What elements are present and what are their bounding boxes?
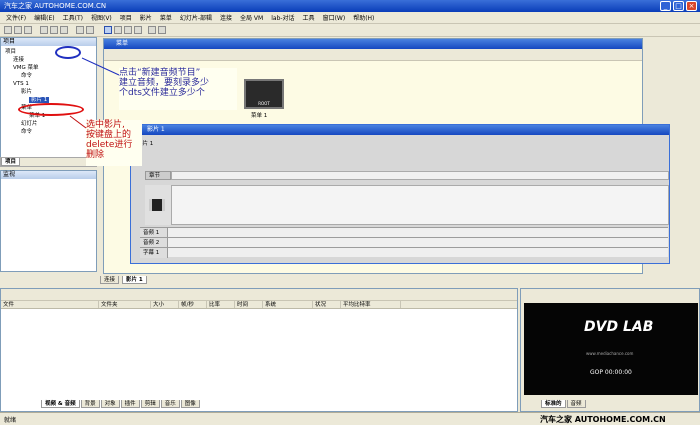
tab-video-audio[interactable]: 视频 & 音频 <box>41 400 80 408</box>
preview-screen: DVD LAB www.mediachance.com GOP 00:00:00 <box>524 303 698 395</box>
preview-timecode: GOP 00:00:00 <box>590 369 632 376</box>
status-bar: 就绪 汽车之家 AUTOHOME.COM.CN <box>0 412 700 424</box>
status-text: 就绪 <box>4 417 17 424</box>
asset-toolbar <box>1 289 517 301</box>
col-status[interactable]: 状况 <box>313 301 341 308</box>
asset-panel: 文件 文件夹 大小 帧/秒 比率 时间 系统 状况 平均比特率 视频 & 音频背… <box>0 288 518 412</box>
preview-tab-strip: 标准的 音频 <box>541 400 587 408</box>
col-fps[interactable]: 帧/秒 <box>179 301 207 308</box>
tab-connect[interactable]: 连接 <box>100 276 120 284</box>
mdi-tab-strip: 连接 影片 1 <box>100 276 520 286</box>
watermark: 汽车之家 AUTOHOME.COM.CN <box>540 415 666 424</box>
col-file[interactable]: 文件 <box>1 301 99 308</box>
preview-url: www.mediachance.com <box>586 351 634 356</box>
tab-objects[interactable]: 对象 <box>100 400 120 408</box>
tab-movie-1[interactable]: 影片 1 <box>121 276 147 284</box>
tab-images[interactable]: 图像 <box>180 400 200 408</box>
dvdlab-logo: DVD LAB <box>584 319 654 335</box>
preview-controls <box>521 289 699 301</box>
col-size[interactable]: 大小 <box>151 301 179 308</box>
col-folder[interactable]: 文件夹 <box>99 301 151 308</box>
preview-panel: DVD LAB www.mediachance.com GOP 00:00:00… <box>520 288 700 412</box>
tab-music[interactable]: 音乐 <box>160 400 180 408</box>
col-avg-bitrate[interactable]: 平均比特率 <box>341 301 401 308</box>
tab-plugins[interactable]: 插件 <box>120 400 140 408</box>
tab-clips[interactable]: 剪辑 <box>140 400 160 408</box>
tab-audio[interactable]: 音频 <box>566 400 586 408</box>
asset-columns: 文件 文件夹 大小 帧/秒 比率 时间 系统 状况 平均比特率 <box>1 301 517 309</box>
col-time[interactable]: 时间 <box>235 301 263 308</box>
col-system[interactable]: 系统 <box>263 301 313 308</box>
arrow-to-toolbar <box>81 57 120 76</box>
asset-tab-strip: 视频 & 音频 背景 对象 插件 剪辑 音乐 图像 <box>41 400 201 408</box>
col-ratio[interactable]: 比率 <box>207 301 235 308</box>
arrow-to-movie <box>69 115 87 129</box>
tab-standard[interactable]: 标准的 <box>541 400 566 408</box>
tab-background[interactable]: 背景 <box>80 400 100 408</box>
